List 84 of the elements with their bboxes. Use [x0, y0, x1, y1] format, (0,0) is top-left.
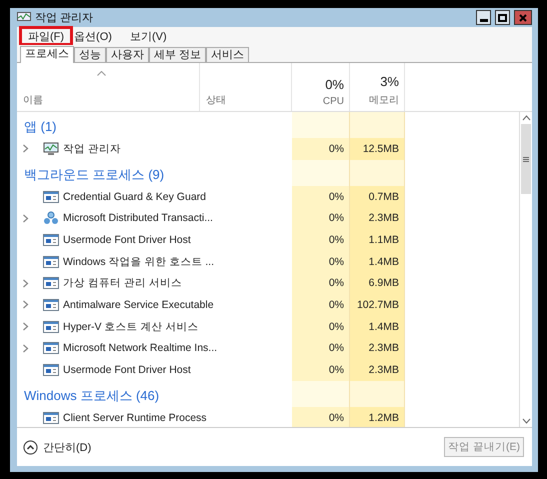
column-header[interactable]: 이름: [23, 93, 43, 107]
memory-cell: 1.1MB: [350, 229, 405, 251]
process-name[interactable]: Antimalware Service Executable: [63, 298, 214, 311]
expand-chevron-icon[interactable]: [22, 322, 29, 332]
process-name[interactable]: Microsoft Network Realtime Ins...: [63, 342, 218, 354]
process-name[interactable]: Client Server Runtime Process: [63, 412, 207, 424]
sort-caret-icon: [97, 71, 106, 76]
process-name[interactable]: Credential Guard & Key Guard: [63, 190, 206, 203]
menu-item[interactable]: 보기(V): [120, 26, 176, 46]
group-title: 앱 (1): [23, 118, 58, 136]
memory-cell: 1.4MB: [350, 316, 405, 338]
tab[interactable]: 세부 정보: [149, 47, 206, 62]
window-icon: [43, 234, 59, 246]
cpu-cell: 0%: [292, 406, 350, 427]
close-button[interactable]: [514, 10, 532, 25]
cpu-cell: 0%: [292, 359, 350, 381]
memory-cell: 102.7MB: [350, 294, 405, 316]
cpu-cell: 0%: [292, 294, 350, 316]
window-icon: [43, 342, 59, 354]
memory-cell: [350, 160, 405, 186]
memory-cell: [350, 380, 405, 407]
window-icon: [43, 190, 59, 203]
memory-cell: 2.3MB: [350, 207, 405, 230]
memory-cell: 0.7MB: [350, 186, 405, 208]
window-icon: [43, 320, 59, 333]
tab[interactable]: 프로세스: [20, 46, 74, 63]
grip-icon: [523, 156, 529, 162]
group-title: Windows 프로세스 (46): [23, 386, 160, 405]
cpu-total: 0%: [325, 77, 344, 92]
column-header[interactable]: 상태: [206, 93, 226, 107]
memory-total: 3%: [380, 74, 399, 89]
column-header[interactable]: 메모리: [369, 93, 399, 107]
cpu-cell: 0%: [292, 316, 350, 338]
network-icon: [43, 211, 59, 226]
memory-cell: 2.3MB: [350, 359, 405, 381]
monitor-icon: [43, 142, 59, 156]
process-name[interactable]: Windows 작업을 위한 호스트 ...: [63, 254, 214, 269]
maximize-button[interactable]: [495, 10, 510, 25]
process-name[interactable]: Usermode Font Driver Host: [63, 364, 191, 376]
cpu-cell: 0%: [292, 250, 350, 272]
memory-cell: 2.3MB: [350, 338, 405, 360]
memory-cell: 1.2MB: [350, 406, 405, 427]
expand-chevron-icon[interactable]: [22, 214, 29, 223]
cpu-cell: 0%: [292, 272, 350, 294]
collapse-link[interactable]: 간단히(D): [43, 440, 92, 454]
expand-chevron-icon[interactable]: [22, 278, 29, 288]
window-title: 작업 관리자: [35, 11, 94, 25]
cpu-cell: [292, 112, 350, 138]
process-name[interactable]: Microsoft Distributed Transacti...: [63, 212, 213, 224]
cpu-cell: 0%: [292, 338, 350, 360]
memory-cell: 6.9MB: [350, 272, 405, 294]
maximize-icon: [498, 14, 507, 22]
cpu-cell: 0%: [292, 186, 350, 208]
process-name[interactable]: Usermode Font Driver Host: [63, 234, 191, 246]
window-icon: [43, 298, 59, 311]
cpu-cell: 0%: [292, 229, 350, 251]
scroll-thumb[interactable]: [521, 124, 531, 194]
close-icon: [519, 14, 527, 22]
group-title: 백그라운드 프로세스 (9): [23, 166, 166, 184]
process-name[interactable]: 작업 관리자: [63, 142, 121, 156]
window-icon: [43, 256, 59, 268]
process-name[interactable]: 가상 컴퓨터 관리 서비스: [63, 276, 182, 290]
cpu-cell: [292, 160, 350, 186]
window-icon: [43, 412, 59, 424]
memory-cell: [350, 112, 405, 138]
cpu-cell: 0%: [292, 207, 350, 230]
minimize-button[interactable]: [476, 10, 491, 25]
window-icon: [43, 277, 59, 290]
expand-chevron-icon[interactable]: [22, 300, 29, 310]
process-name[interactable]: Hyper-V 호스트 계산 서비스: [63, 320, 198, 334]
tab[interactable]: 성능: [74, 47, 106, 62]
collapse-icon[interactable]: [23, 440, 38, 454]
expand-chevron-icon[interactable]: [22, 344, 29, 353]
expand-chevron-icon[interactable]: [22, 144, 29, 154]
window-icon: [43, 364, 59, 376]
cpu-cell: 0%: [292, 138, 350, 160]
column-header[interactable]: CPU: [322, 96, 344, 107]
scrollbar[interactable]: [519, 112, 532, 427]
tab[interactable]: 서비스: [206, 47, 250, 62]
memory-cell: 1.4MB: [350, 250, 405, 272]
cpu-cell: [292, 380, 350, 407]
tab[interactable]: 사용자: [106, 47, 149, 62]
app-icon: [17, 12, 31, 23]
memory-cell: 12.5MB: [350, 138, 405, 160]
